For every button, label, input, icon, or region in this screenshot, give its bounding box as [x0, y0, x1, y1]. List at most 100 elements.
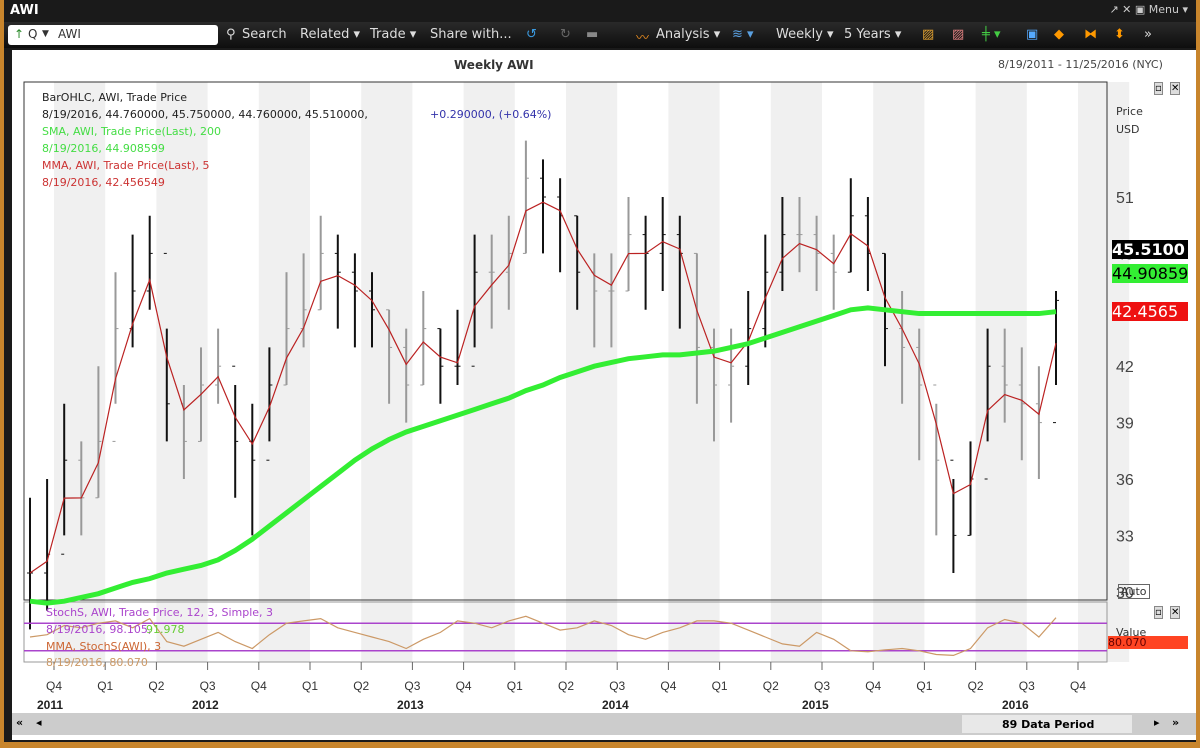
quarter-band [975, 82, 1027, 662]
scroll-end-button[interactable]: » [1172, 716, 1179, 729]
expand-horizontal-icon[interactable]: ◆ [1054, 27, 1064, 42]
analysis-icon: 〰 [636, 31, 650, 46]
symbol-box: ↑ Q ▼ AWI [8, 25, 218, 45]
y-tick-label: 42 [1116, 359, 1134, 376]
expand-vertical-icon[interactable]: ⬍ [1114, 27, 1125, 42]
quarter-band [668, 82, 720, 662]
studies-icon[interactable]: ≋ ▾ [732, 27, 754, 42]
stoch-legend-values: 8/19/2016, 98.105, [46, 623, 152, 636]
ohlc-legend-change: +0.290000, (+0.64%) [430, 108, 552, 121]
scroll-left-button[interactable]: ◂ [36, 716, 42, 729]
toolbar: ↑ Q ▼ AWI ⚲ Search Related ▾ Trade ▾ Sha… [4, 22, 1196, 48]
quarter-band [873, 82, 925, 662]
auto-scale-button[interactable]: Auto [1118, 584, 1150, 599]
interval-menu[interactable]: Weekly ▾ [776, 27, 834, 42]
window-title: AWI [10, 3, 39, 18]
x-tick-label: Q1 [712, 679, 728, 693]
up-arrow-icon: ↑ [14, 27, 25, 41]
y-tick-label: 39 [1116, 416, 1134, 433]
close-icon[interactable]: ✕ [1170, 82, 1181, 95]
x-tick-label: Q1 [507, 679, 523, 693]
x-year-label: 2012 [192, 698, 219, 712]
quarter-band [463, 82, 515, 662]
restore-icon[interactable]: ▫ [1154, 82, 1163, 95]
scroll-thumb[interactable]: 89 Data Period [962, 715, 1132, 733]
x-tick-label: Q3 [814, 679, 830, 693]
y-tick-label: 36 [1116, 472, 1134, 489]
symbol-input[interactable]: AWI [58, 27, 81, 41]
stoch-restore-icon[interactable]: ▫ [1154, 606, 1163, 619]
trade-menu[interactable]: Trade ▾ [370, 27, 416, 42]
quote-type[interactable]: Q [28, 27, 37, 41]
draw-icon[interactable]: ▨ [952, 27, 964, 42]
x-tick-label: Q3 [609, 679, 625, 693]
folder-icon[interactable]: ▬ [586, 27, 598, 42]
ohlc-legend-name: BarOHLC, AWI, Trade Price [42, 91, 188, 104]
period-label: 89 Data Period [1002, 718, 1095, 731]
y-tick-label: 51 [1116, 190, 1134, 207]
price-axis-unit: USD [1116, 123, 1140, 136]
quarter-band [258, 82, 310, 662]
x-tick-label: Q4 [46, 679, 62, 693]
title-bar: AWI ↗ ✕ ▣ Menu ▾ [4, 0, 1196, 22]
x-tick-label: Q3 [404, 679, 420, 693]
stoch-value-tag: 80.070 [1108, 636, 1188, 649]
x-year-label: 2016 [1002, 698, 1029, 712]
price-axis-title: Price [1116, 105, 1143, 118]
search-icon[interactable]: ⚲ [226, 27, 236, 42]
analysis-menu[interactable]: Analysis ▾ [656, 27, 720, 42]
sma-legend-name: SMA, AWI, Trade Price(Last), 200 [42, 125, 221, 138]
x-tick-label: Q2 [558, 679, 574, 693]
app-window: AWI ↗ ✕ ▣ Menu ▾ ↑ Q ▼ AWI ⚲ Search Rela… [4, 0, 1196, 742]
crosshair-icon[interactable]: ╪ ▾ [982, 27, 1000, 42]
mma-price-tag: 42.4565 [1112, 302, 1188, 321]
related-menu[interactable]: Related ▾ [300, 27, 360, 42]
x-tick-label: Q1 [916, 679, 932, 693]
price-chart[interactable]: 30333639424851Q4Q1Q2Q3Q4Q1Q2Q3Q4Q1Q2Q3Q4… [12, 50, 1196, 740]
window-controls[interactable]: ↗ ✕ ▣ Menu ▾ [1109, 3, 1188, 16]
quarter-band [361, 82, 413, 662]
chart-area: 30333639424851Q4Q1Q2Q3Q4Q1Q2Q3Q4Q1Q2Q3Q4… [12, 50, 1196, 740]
x-tick-label: Q1 [97, 679, 113, 693]
x-tick-label: Q4 [456, 679, 472, 693]
redo-icon[interactable]: ↻ [560, 27, 571, 42]
search-button[interactable]: Search [242, 27, 287, 42]
undo-icon[interactable]: ↺ [526, 27, 537, 42]
stoch-close-icon[interactable]: ✕ [1170, 606, 1181, 619]
horizontal-scrollbar[interactable]: « ◂ 89 Data Period ▸ » [12, 713, 1196, 735]
stoch-legend-name: StochS, AWI, Trade Price, 12, 3, Simple,… [46, 606, 274, 619]
x-tick-label: Q4 [1070, 679, 1086, 693]
x-tick-label: Q2 [148, 679, 164, 693]
sma-legend-value: 8/19/2016, 44.908599 [42, 142, 165, 155]
compress-icon[interactable]: ⧓ [1084, 27, 1097, 42]
y-tick-label: 33 [1116, 528, 1134, 545]
mma-legend-name: MMA, AWI, Trade Price(Last), 5 [42, 159, 210, 172]
stoch-legend-value-b: 91.978 [146, 623, 185, 636]
x-tick-label: Q4 [251, 679, 267, 693]
x-tick-label: Q2 [968, 679, 984, 693]
x-tick-label: Q1 [302, 679, 318, 693]
last-price-tag: 45.5100 [1112, 240, 1188, 259]
x-year-label: 2011 [37, 698, 63, 712]
stoch-mma-value: 8/19/2016, 80.070 [46, 656, 148, 669]
x-tick-label: Q4 [865, 679, 881, 693]
share-button[interactable]: Share with... [430, 27, 512, 42]
quarter-band [770, 82, 822, 662]
scroll-right-button[interactable]: ▸ [1154, 716, 1160, 729]
more-icon[interactable]: » [1144, 27, 1152, 42]
ohlc-legend-values: 8/19/2016, 44.760000, 45.750000, 44.7600… [42, 108, 368, 121]
x-year-label: 2014 [602, 698, 629, 712]
x-tick-label: Q4 [660, 679, 676, 693]
x-year-label: 2013 [397, 698, 424, 712]
line-chart-icon[interactable]: ▨ [922, 27, 934, 42]
chevron-down-icon[interactable]: ▼ [42, 29, 49, 39]
x-tick-label: Q2 [353, 679, 369, 693]
scroll-start-button[interactable]: « [16, 716, 23, 729]
x-tick-label: Q2 [763, 679, 779, 693]
sma-price-tag: 44.90859 [1112, 264, 1188, 283]
layout-icon[interactable]: ▣ [1026, 27, 1038, 42]
x-year-label: 2015 [802, 698, 829, 712]
range-menu[interactable]: 5 Years ▾ [844, 27, 901, 42]
mma-legend-value: 8/19/2016, 42.456549 [42, 176, 165, 189]
x-tick-label: Q3 [200, 679, 216, 693]
